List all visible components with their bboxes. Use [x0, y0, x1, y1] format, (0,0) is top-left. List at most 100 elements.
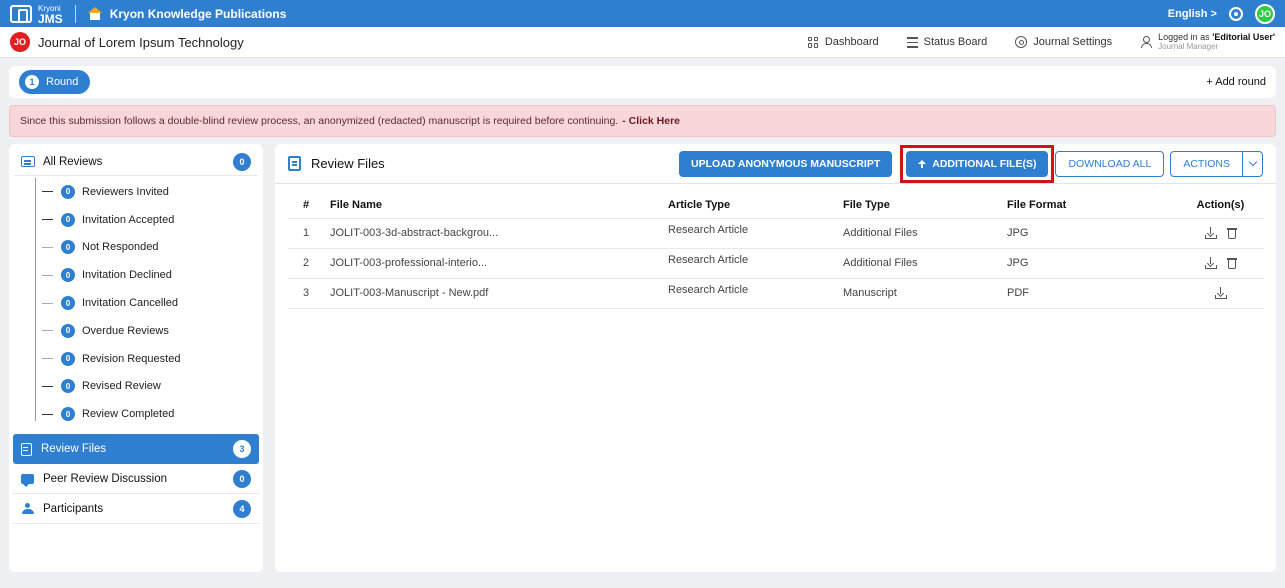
- publisher-name[interactable]: Kryon Knowledge Publications: [110, 7, 287, 21]
- round-tab[interactable]: 1 Round: [19, 70, 91, 94]
- sidebar-item-invitation-accepted[interactable]: 0 Invitation Accepted: [35, 206, 263, 234]
- trash-icon[interactable]: [1226, 227, 1237, 239]
- additional-files-button[interactable]: ADDITIONAL FILE(S): [906, 150, 1049, 177]
- file-icon: [21, 442, 32, 456]
- cell-file-format: PDF: [1007, 277, 1147, 309]
- table-row: 2 JOLIT-003-professional-interio... Rese…: [288, 247, 1264, 278]
- count-badge: 0: [61, 184, 75, 199]
- column-header: File Type: [843, 198, 890, 211]
- sidebar-item-not-responded[interactable]: 0 Not Responded: [35, 234, 263, 262]
- cell-file-name[interactable]: JOLIT-003-Manuscript - New.pdf: [315, 277, 668, 309]
- trash-icon[interactable]: [1226, 257, 1237, 269]
- participants-label: Participants: [43, 502, 104, 515]
- count-badge: 0: [61, 296, 75, 311]
- sidebar-item-peer-review-discussion[interactable]: Peer Review Discussion 0: [13, 464, 259, 495]
- sub-item-label: Revision Requested: [82, 352, 181, 365]
- login-text: Logged in as 'Editorial User': [1158, 32, 1275, 42]
- alert-message: Since this submission follows a double-b…: [20, 115, 619, 127]
- nav-status-board[interactable]: Status Board: [906, 36, 988, 48]
- highlight-box: ADDITIONAL FILE(S): [900, 144, 1055, 183]
- nav-dashboard-label: Dashboard: [824, 36, 879, 48]
- sub-item-label: Review Completed: [82, 408, 175, 421]
- language-selector[interactable]: English >: [1168, 8, 1217, 20]
- logged-in-info[interactable]: Logged in as 'Editorial User' Journal Ma…: [1140, 32, 1275, 52]
- review-status-list: 0 Reviewers Invited 0 Invitation Accepted …: [35, 178, 263, 428]
- sub-item-label: Revised Review: [82, 380, 161, 393]
- cell-file-type: Additional Files: [843, 217, 1007, 248]
- journal-header: JO Journal of Lorem Ipsum Technology Das…: [0, 27, 1285, 58]
- column-header: File Name: [330, 198, 382, 211]
- sidebar-item-reviewers-invited[interactable]: 0 Reviewers Invited: [35, 178, 263, 206]
- cell-number: 3: [288, 277, 315, 309]
- download-all-button[interactable]: DOWNLOAD ALL: [1055, 150, 1165, 177]
- review-files-table: # File Name Article Type File Type File …: [288, 192, 1264, 309]
- count-badge: 0: [61, 407, 75, 422]
- app-logo[interactable]: Kryoni JMS: [10, 4, 63, 26]
- column-header: Action(s): [1196, 198, 1245, 211]
- sub-item-label: Invitation Accepted: [82, 213, 175, 226]
- sidebar-item-invitation-declined[interactable]: 0 Invitation Declined: [35, 261, 263, 289]
- settings-gear-icon[interactable]: [1229, 6, 1243, 21]
- sidebar-item-review-files[interactable]: Review Files 3: [13, 434, 259, 465]
- review-files-label: Review Files: [41, 443, 107, 456]
- sidebar-item-revision-requested[interactable]: 0 Revision Requested: [35, 345, 263, 373]
- file-icon: [288, 156, 301, 171]
- actions-toggle[interactable]: [1242, 150, 1263, 177]
- column-header: Article Type: [668, 198, 731, 211]
- cell-article-type: Research Article: [668, 247, 843, 278]
- page-title: Review Files: [311, 156, 385, 171]
- actions-button[interactable]: ACTIONS: [1170, 150, 1243, 177]
- nav-journal-settings-label: Journal Settings: [1033, 36, 1113, 48]
- panel-header: Review Files UPLOAD ANONYMOUS MANUSCRIPT…: [275, 144, 1276, 184]
- sidebar-item-overdue-reviews[interactable]: 0 Overdue Reviews: [35, 317, 263, 345]
- gear-icon: [1015, 36, 1028, 48]
- review-files-panel: Review Files UPLOAD ANONYMOUS MANUSCRIPT…: [275, 144, 1276, 572]
- table-header-row: # File Name Article Type File Type File …: [288, 192, 1264, 218]
- cell-file-name[interactable]: JOLIT-003-professional-interio...: [315, 247, 668, 278]
- board-icon: [906, 36, 918, 48]
- user-avatar[interactable]: JO: [1255, 3, 1275, 24]
- sub-item-label: Not Responded: [82, 241, 159, 254]
- journal-badge: JO: [10, 32, 30, 52]
- sidebar-item-revised-review[interactable]: 0 Revised Review: [35, 373, 263, 401]
- journal-name: Journal of Lorem Ipsum Technology: [38, 34, 244, 50]
- cell-number: 2: [288, 247, 315, 278]
- round-label: Round: [46, 76, 79, 88]
- sidebar-item-participants[interactable]: Participants 4: [13, 494, 259, 525]
- sub-item-label: Invitation Declined: [82, 269, 172, 282]
- cell-file-format: JPG: [1007, 247, 1147, 278]
- column-header: #: [303, 198, 310, 211]
- count-badge: 0: [61, 323, 75, 338]
- sub-item-label: Reviewers Invited: [82, 185, 169, 198]
- round-number: 1: [25, 75, 39, 89]
- download-icon[interactable]: [1214, 287, 1227, 299]
- table-row: 3 JOLIT-003-Manuscript - New.pdf Researc…: [288, 277, 1264, 309]
- login-role: Journal Manager: [1158, 42, 1219, 51]
- cell-file-name[interactable]: JOLIT-003-3d-abstract-backgrou...: [315, 217, 668, 248]
- cell-number: 1: [288, 217, 315, 248]
- download-icon[interactable]: [1204, 257, 1217, 269]
- actions-dropdown[interactable]: ACTIONS: [1170, 150, 1263, 177]
- count-badge: 0: [61, 268, 75, 283]
- download-icon[interactable]: [1204, 227, 1217, 239]
- alert-click-here-link[interactable]: - Click Here: [622, 115, 680, 127]
- logo-big-text: JMS: [38, 11, 63, 26]
- all-reviews-count: 0: [233, 152, 251, 171]
- nav-dashboard[interactable]: Dashboard: [807, 36, 879, 48]
- upload-anonymous-manuscript-button[interactable]: UPLOAD ANONYMOUS MANUSCRIPT: [679, 150, 893, 177]
- peer-review-discussion-label: Peer Review Discussion: [43, 472, 167, 485]
- sidebar-item-review-completed[interactable]: 0 Review Completed: [35, 400, 263, 428]
- nav-journal-settings[interactable]: Journal Settings: [1015, 36, 1112, 48]
- additional-files-label: ADDITIONAL FILE(S): [932, 157, 1037, 170]
- review-files-count: 3: [233, 440, 251, 459]
- add-round-button[interactable]: + Add round: [1206, 76, 1266, 88]
- participants-count: 4: [233, 499, 251, 518]
- cell-file-type: Manuscript: [843, 277, 1007, 309]
- cell-file-type: Additional Files: [843, 247, 1007, 278]
- home-icon[interactable]: [87, 7, 102, 20]
- count-badge: 0: [61, 240, 75, 255]
- upload-icon: [918, 159, 927, 168]
- nav-status-board-label: Status Board: [923, 36, 988, 48]
- sidebar-item-invitation-cancelled[interactable]: 0 Invitation Cancelled: [35, 289, 263, 317]
- sidebar-item-all-reviews[interactable]: All Reviews 0: [14, 148, 258, 176]
